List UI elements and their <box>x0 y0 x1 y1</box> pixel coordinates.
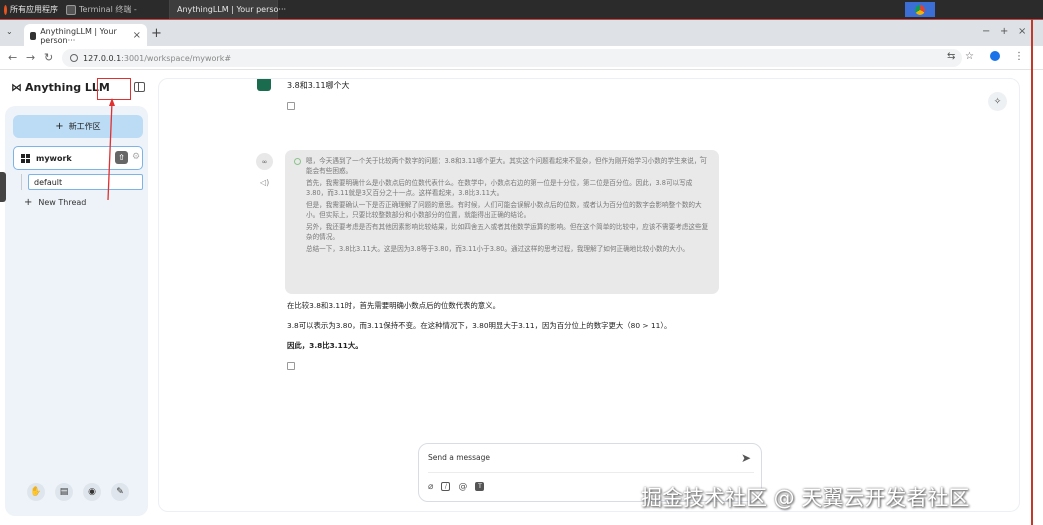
copy-icon[interactable] <box>287 102 295 110</box>
chrome-icon <box>915 4 925 15</box>
send-icon[interactable]: ➤ <box>741 451 751 465</box>
settings-wrench-icon[interactable]: ✎ <box>111 483 129 501</box>
address-bar[interactable]: 127.0.0.1:3001/workspace/mywork# <box>62 49 962 67</box>
screenshot-root: 所有应用程序 Terminal 终端 - AnythingLLM | Your … <box>0 0 1043 525</box>
discord-icon[interactable]: ◉ <box>83 483 101 501</box>
browser-menu-icon[interactable]: ⋮ <box>1014 51 1024 62</box>
taskbar-terminal[interactable]: Terminal 终端 - <box>62 0 170 19</box>
anythingllm-logo-icon: ⋈ <box>11 81 22 94</box>
sidebar-toggle-icon[interactable] <box>134 82 145 92</box>
translate-icon[interactable]: ⇆ <box>947 51 955 62</box>
speaker-icon[interactable]: ◁) <box>260 178 269 187</box>
docs-book-icon[interactable]: ▤ <box>55 483 73 501</box>
user-message: 3.8和3.11哪个大 <box>287 81 350 90</box>
close-tab-icon[interactable]: × <box>133 30 141 41</box>
ubuntu-icon <box>4 4 7 15</box>
plus-icon: + <box>24 197 33 208</box>
community-icon[interactable]: ✋ <box>27 483 45 501</box>
sidebar: ⋈ Anything LLM + 新工作区 mywork ⇧ ⚙ default… <box>0 70 158 525</box>
close-window-icon[interactable]: × <box>1018 26 1026 37</box>
thread-item-default[interactable]: default <box>28 174 143 190</box>
gear-icon[interactable]: ⚙ <box>132 152 140 162</box>
url-host: 127.0.0.1 <box>83 53 122 63</box>
window-edge-line <box>1031 19 1033 525</box>
taskbar-chrome-launcher[interactable] <box>905 2 935 17</box>
star-button[interactable]: ✧ <box>988 92 1007 111</box>
site-info-icon[interactable] <box>70 54 78 62</box>
attachment-icon[interactable]: ⌀ <box>428 482 433 492</box>
new-thread-button[interactable]: + New Thread <box>24 197 86 208</box>
annotation-highlight-box <box>97 78 131 100</box>
thinking-icon <box>294 158 301 165</box>
new-workspace-button[interactable]: + 新工作区 <box>13 115 143 138</box>
text-size-icon[interactable]: T <box>475 482 485 491</box>
tab-search-chevron-icon[interactable]: ⌄ <box>6 27 13 36</box>
answer-paragraph: 因此，3.8比3.11大。 <box>287 341 363 350</box>
collapse-chevron-icon[interactable]: ⌃ <box>698 155 705 165</box>
browser-toolbar: ← → ↻ 127.0.0.1:3001/workspace/mywork# ⇆… <box>0 46 1043 70</box>
forward-icon[interactable]: → <box>26 51 35 64</box>
reload-icon[interactable]: ↻ <box>44 51 53 64</box>
user-avatar <box>257 79 271 91</box>
thinking-paragraph: 但是，我需要确认一下是否正确理解了问题的意思。有时候，人们可能会误解小数点后的位… <box>306 201 702 219</box>
assistant-avatar: ∞ <box>256 153 273 170</box>
new-tab-icon[interactable]: + <box>151 26 162 41</box>
thinking-paragraph: 首先，我需要明确什么是小数点后的位数代表什么。在数学中，小数点右边的第一位是十分… <box>306 179 693 197</box>
os-taskbar: 所有应用程序 Terminal 终端 - AnythingLLM | Your … <box>0 0 1043 19</box>
anythingllm-favicon-icon <box>30 31 37 40</box>
bookmark-star-icon[interactable]: ☆ <box>965 51 974 62</box>
browser-tab-active[interactable]: AnythingLLM | Your person··· × <box>24 24 147 47</box>
back-icon[interactable]: ← <box>8 51 17 64</box>
thinking-paragraph: 总结一下，3.8比3.11大。这是因为3.8等于3.80，而3.11小于3.80… <box>306 245 690 253</box>
composer-divider <box>428 472 754 473</box>
composer-toolbar: ⌀ / @ T <box>428 482 485 492</box>
minimize-icon[interactable]: − <box>982 26 990 37</box>
thinking-block[interactable]: ⌃ 嗯，今天遇到了一个关于比较两个数字的问题：3.8和3.11哪个更大。其实这个… <box>285 150 719 294</box>
taskbar-chrome[interactable]: AnythingLLM | Your perso··· <box>170 0 286 19</box>
at-mention-icon[interactable]: @ <box>458 482 467 492</box>
workspace-grid-icon <box>21 153 30 163</box>
workspace-panel: + 新工作区 mywork ⇧ ⚙ <box>5 106 148 516</box>
terminal-icon <box>66 4 76 15</box>
taskbar-apps-menu[interactable]: 所有应用程序 <box>0 0 62 19</box>
maximize-icon[interactable]: + <box>1000 26 1008 37</box>
app-logo: ⋈ Anything LLM <box>11 81 110 94</box>
browser-tab-bar: ⌄ AnythingLLM | Your person··· × + − + × <box>0 19 1043 47</box>
plus-icon: + <box>55 121 64 132</box>
thread-connector <box>21 174 22 190</box>
sidebar-drag-handle[interactable] <box>0 172 6 202</box>
workspace-item-mywork[interactable]: mywork ⇧ ⚙ <box>13 146 143 170</box>
chat-panel: ✧ 3.8和3.11哪个大 ∞ ◁) ⌃ 嗯，今天遇到了一个关于比较两个数字的问… <box>158 78 1020 512</box>
watermark: 掘金技术社区 @ 天翼云开发者社区 <box>641 486 970 510</box>
answer-paragraph: 3.8可以表示为3.80，而3.11保持不变。在这种情况下，3.80明显大于3.… <box>287 321 672 330</box>
copy-icon[interactable] <box>287 362 295 370</box>
slash-command-icon[interactable]: / <box>441 482 451 491</box>
answer-paragraph: 在比较3.8和3.11时，首先需要明确小数点后的位数代表的意义。 <box>287 301 500 310</box>
sidebar-footer: ✋ ▤ ◉ ✎ <box>27 483 129 501</box>
profile-icon[interactable] <box>990 51 1000 61</box>
thinking-paragraph: 嗯，今天遇到了一个关于比较两个数字的问题：3.8和3.11哪个更大。其实这个问题… <box>306 157 708 175</box>
thinking-paragraph: 另外，我还要考虑是否有其他因素影响比较结果，比如四舍五入或者其他数学运算的影响。… <box>306 223 709 241</box>
upload-icon[interactable]: ⇧ <box>115 151 128 164</box>
url-path: :3001/workspace/mywork# <box>121 53 232 63</box>
message-input[interactable]: Send a message <box>428 453 490 462</box>
